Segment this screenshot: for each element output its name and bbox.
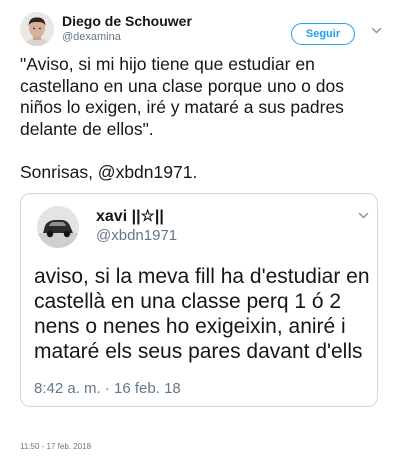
author-avatar[interactable] <box>20 12 54 46</box>
person-photo-icon <box>20 12 54 46</box>
car-photo-icon <box>37 206 79 248</box>
author-name[interactable]: Diego de Schouwer <box>62 13 192 29</box>
tweet: Diego de Schouwer @dexamina Seguir "Avis… <box>0 0 400 458</box>
tweet-timestamp[interactable]: 11:50 - 17 feb. 2018 <box>20 442 91 451</box>
tweet-paragraph: "Aviso, si mi hijo tiene que estudiar en… <box>20 54 344 139</box>
tweet-text: "Aviso, si mi hijo tiene que estudiar en… <box>20 54 390 183</box>
quoted-tweet-card[interactable]: xavi ||☆|| @xbdn1971 aviso, si la meva f… <box>20 193 378 407</box>
chevron-down-icon[interactable] <box>358 212 369 220</box>
tweet-paragraph: Sonrisas, @xbdn1971. <box>20 161 198 182</box>
chevron-down-icon[interactable] <box>371 27 382 35</box>
quoted-timestamp[interactable]: 8:42 a. m. · 16 feb. 18 <box>34 380 181 397</box>
quoted-author-name[interactable]: xavi ||☆|| <box>96 206 164 226</box>
quoted-author-handle[interactable]: @xbdn1971 <box>96 227 177 244</box>
author-handle[interactable]: @dexamina <box>62 31 121 43</box>
follow-button[interactable]: Seguir <box>291 23 355 45</box>
quoted-tweet-text: aviso, si la meva fill ha d'estudiar en … <box>34 265 370 363</box>
quoted-author-avatar[interactable] <box>37 206 79 248</box>
